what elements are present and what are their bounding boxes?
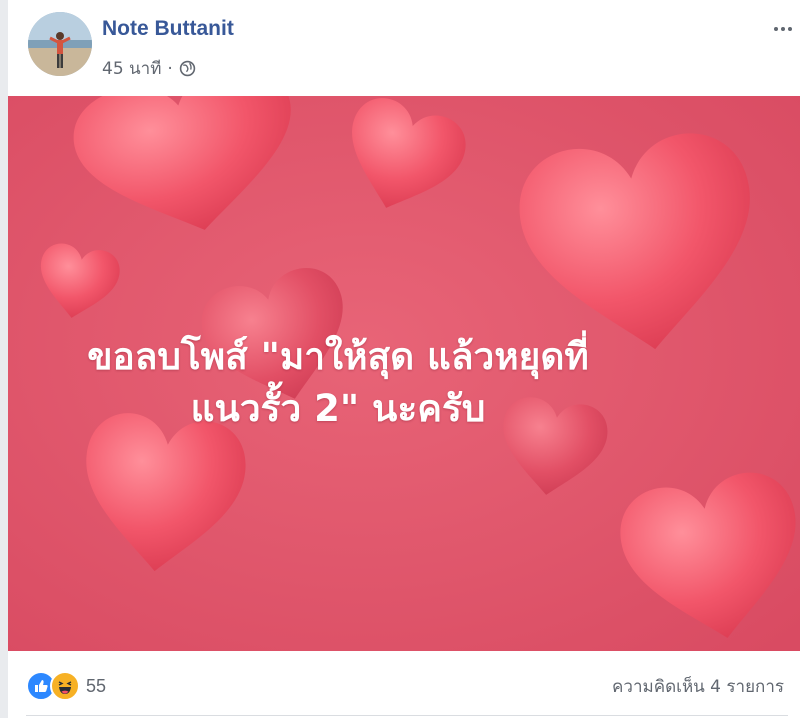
post-image[interactable]: ขอลบโพส์ "มาให้สุด แล้วหยุดที่ แนวรั้ว 2… (8, 96, 800, 651)
footer-divider (26, 715, 788, 716)
post-meta: 45 นาที · (102, 55, 196, 82)
reactions-summary[interactable]: 55 (26, 671, 106, 701)
globe-icon[interactable] (179, 60, 196, 77)
feed-gutter (0, 0, 8, 718)
post-footer: 55 ความคิดเห็น 4 รายการ (8, 651, 800, 718)
more-options-icon[interactable] (772, 18, 794, 40)
overlay-line-1: ขอลบโพส์ "มาให้สุด แล้วหยุดที่ (87, 335, 589, 378)
post-timestamp[interactable]: 45 นาที (102, 55, 161, 82)
author-name-link[interactable]: Note Buttanit (102, 17, 234, 41)
reaction-count: 55 (86, 675, 107, 696)
meta-separator: · (167, 58, 173, 79)
post-header: Note Buttanit 45 นาที · (8, 0, 800, 96)
author-avatar[interactable] (28, 12, 92, 76)
comments-count-link[interactable]: ความคิดเห็น 4 รายการ (612, 673, 784, 700)
image-overlay-text: ขอลบโพส์ "มาให้สุด แล้วหยุดที่ แนวรั้ว 2… (8, 331, 668, 435)
overlay-line-2: แนวรั้ว 2" นะครับ (190, 387, 486, 430)
feed-post: Note Buttanit 45 นาที · ขอลบโพส์ "มาให้ส… (0, 0, 800, 718)
haha-reaction-icon (50, 671, 80, 701)
